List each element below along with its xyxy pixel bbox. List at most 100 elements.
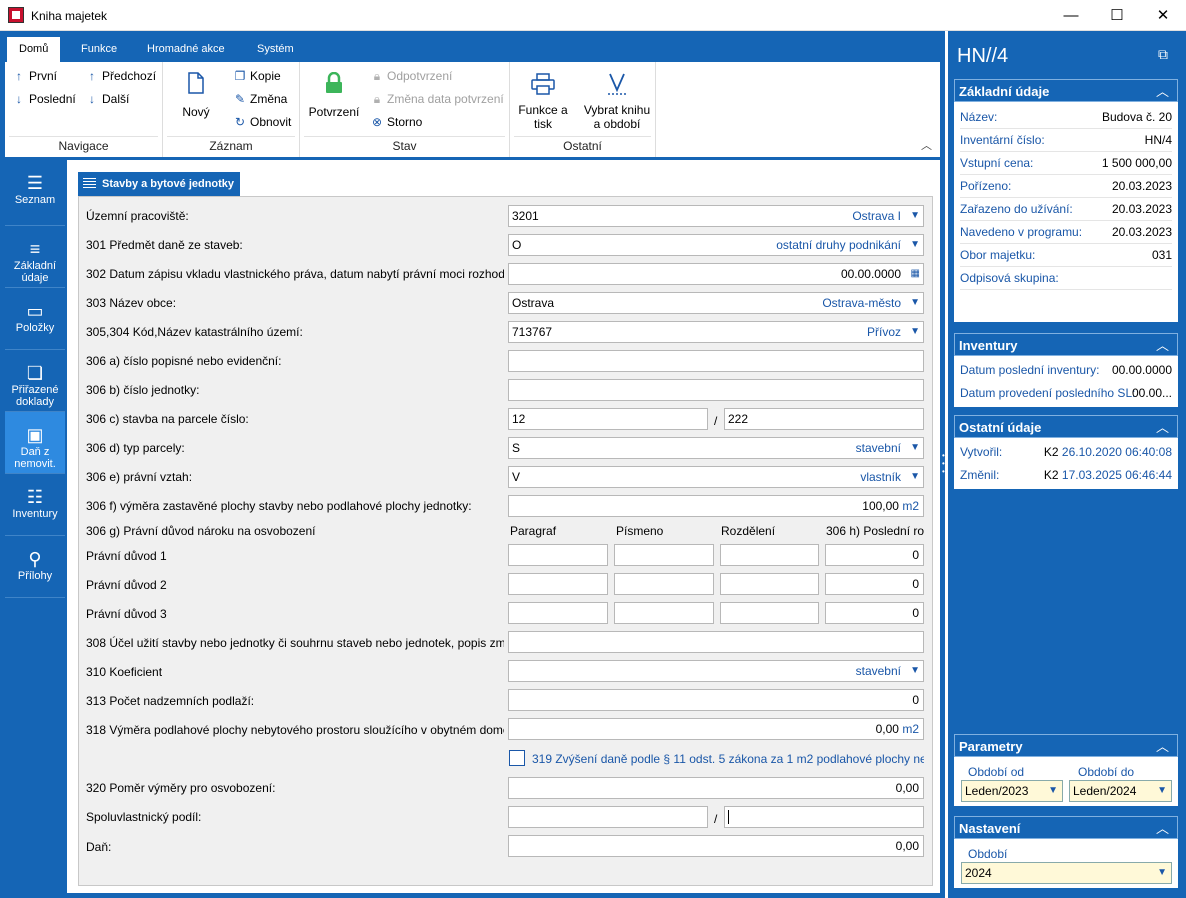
minimize-button[interactable]: — <box>1048 0 1094 31</box>
zvyseni-label: 319 Zvýšení daně podle § 11 odst. 5 záko… <box>532 752 924 766</box>
podil-citatel-field[interactable] <box>508 806 708 828</box>
typ-parcely-field[interactable]: Sstavební ▼ <box>508 437 924 459</box>
paragraf-1-field[interactable] <box>508 544 608 566</box>
parcela-cislo-field[interactable]: 12 <box>508 408 708 430</box>
pismeno-1-field[interactable] <box>614 544 714 566</box>
edit-button[interactable]: ✎ Změna <box>233 92 287 106</box>
label-cislo-popisne: 306 a) číslo popisné nebo evidenční: <box>86 354 282 368</box>
podil-jmenovatel-field[interactable] <box>724 806 924 828</box>
pomer-field[interactable]: 0,00 <box>508 777 924 799</box>
obdobi-do-select[interactable]: Leden/2024 ▼ <box>1069 780 1172 802</box>
pismeno-3-field[interactable] <box>614 602 714 624</box>
dropdown-icon[interactable]: ▼ <box>910 235 920 255</box>
nav-prirazene-doklady[interactable]: ❏ Přiřazené doklady <box>5 350 65 412</box>
section-header[interactable]: Ostatní údaje ︿ <box>954 415 1178 438</box>
koeficient-field[interactable]: stavební ▼ <box>508 660 924 682</box>
select-book-button[interactable]: Vybrat knihu a období <box>580 72 654 131</box>
nav-inventury[interactable]: ☷ Inventury <box>5 474 65 536</box>
tab-domu[interactable]: Domů <box>7 37 61 62</box>
pravni-vztah-field[interactable]: Vvlastník ▼ <box>508 466 924 488</box>
document-icon <box>188 72 204 94</box>
unconfirm-button[interactable]: 🔒︎ Odpotvrzení <box>370 69 453 84</box>
rozdeleni-3-field[interactable] <box>720 602 819 624</box>
rozdeleni-2-field[interactable] <box>720 573 819 595</box>
form-tab-stavby[interactable]: Stavby a bytové jednotky <box>78 172 240 196</box>
chevron-up-icon[interactable]: ︿ <box>1156 80 1169 103</box>
posledni-rok-2-field[interactable]: 0 <box>825 573 924 595</box>
cislo-popisne-field[interactable] <box>508 350 924 372</box>
section-header[interactable]: Nastavení ︿ <box>954 816 1178 839</box>
tab-hromadne-akce[interactable]: Hromadné akce <box>135 37 237 62</box>
dropdown-icon[interactable]: ▼ <box>910 467 920 487</box>
obdobi-select[interactable]: 2024 ▼ <box>961 862 1172 884</box>
copy-button[interactable]: ❐ Kopie <box>233 69 281 83</box>
pismeno-2-field[interactable] <box>614 573 714 595</box>
uzemni-pracoviste-field[interactable]: 3201 Ostrava I ▼ <box>508 205 924 227</box>
parcela-podcislo-field[interactable]: 222 <box>724 408 924 430</box>
ribbon: ↑ První ↑ Předchozí ↓ Poslední ↓ Další Navig… <box>5 62 940 157</box>
lock-icon <box>326 71 342 93</box>
previous-button[interactable]: ↑ Předchozí <box>85 69 156 83</box>
nav-zakladni-udaje[interactable]: ≡ Základní údaje <box>5 226 65 288</box>
column-paragraf: Paragraf <box>510 524 557 538</box>
chevron-up-icon[interactable]: ︿ <box>1156 817 1169 840</box>
detail-row: Pořízeno: 20.03.2023 <box>960 175 1172 198</box>
calendar-icon[interactable]: ▦ <box>911 264 920 284</box>
nav-polozky[interactable]: ▭ Položky <box>5 288 65 350</box>
nazev-obce-field[interactable]: Ostrava Ostrava-město ▼ <box>508 292 924 314</box>
cancel-button[interactable]: ⊗ Storno <box>370 115 422 129</box>
paragraf-3-field[interactable] <box>508 602 608 624</box>
label-vymera: 306 f) výměra zastavěné plochy stavby ne… <box>86 499 472 513</box>
dropdown-icon[interactable]: ▼ <box>910 661 920 681</box>
cislo-jednotky-field[interactable] <box>508 379 924 401</box>
vymera-field[interactable]: 100,00 m2 <box>508 495 924 517</box>
podlazi-field[interactable]: 0 <box>508 689 924 711</box>
new-button[interactable]: Nový <box>177 72 215 119</box>
print-button[interactable]: Funkce a tisk <box>516 72 570 131</box>
obdobi-od-select[interactable]: Leden/2023 ▼ <box>961 780 1063 802</box>
dropdown-icon[interactable]: ▼ <box>910 322 920 342</box>
paragraf-2-field[interactable] <box>508 573 608 595</box>
first-button[interactable]: ↑ První <box>12 69 57 83</box>
dropdown-icon[interactable]: ▼ <box>910 206 920 226</box>
nav-prilohy[interactable]: ⚲ Přílohy <box>5 536 65 598</box>
dropdown-icon[interactable]: ▼ <box>1157 781 1167 801</box>
dan-field[interactable]: 0,00 <box>508 835 924 857</box>
section-header[interactable]: Parametry ︿ <box>954 734 1178 757</box>
column-posledni-rok: 306 h) Poslední rok <box>826 524 924 538</box>
dropdown-icon[interactable]: ▼ <box>910 438 920 458</box>
vymera-318-field[interactable]: 0,00 m2 <box>508 718 924 740</box>
dropdown-icon[interactable]: ▼ <box>910 293 920 313</box>
katastralni-uzemi-field[interactable]: 713767 Přívoz ▼ <box>508 321 924 343</box>
close-button[interactable]: ✕ <box>1140 0 1186 31</box>
posledni-rok-1-field[interactable]: 0 <box>825 544 924 566</box>
nav-dan-z-nemovitosti[interactable]: ▣ Daň z nemovit. <box>5 412 65 474</box>
tab-system[interactable]: Systém <box>245 37 306 62</box>
section-header[interactable]: Inventury ︿ <box>954 333 1178 356</box>
external-link-icon[interactable]: ⧉ <box>1158 46 1168 63</box>
maximize-button[interactable]: ☐ <box>1094 0 1140 31</box>
posledni-rok-3-field[interactable]: 0 <box>825 602 924 624</box>
dropdown-icon[interactable]: ▼ <box>1157 863 1167 883</box>
confirm-button[interactable]: Potvrzení <box>306 71 362 119</box>
change-confirm-date-button[interactable]: 🔒︎ Změna data potvrzení <box>370 92 504 107</box>
next-button[interactable]: ↓ Další <box>85 92 129 106</box>
collapse-ribbon-icon[interactable]: ︿ <box>921 137 932 153</box>
datum-zapisu-field[interactable]: 00.00.0000 ▦ <box>508 263 924 285</box>
predmet-dane-field[interactable]: Oostatní druhy podnikání ▼ <box>508 234 924 256</box>
chevron-up-icon[interactable]: ︿ <box>1156 416 1169 439</box>
chevron-up-icon[interactable]: ︿ <box>1156 735 1169 758</box>
splitter-handle[interactable]: • • • <box>942 452 946 476</box>
last-button[interactable]: ↓ Poslední <box>12 92 76 106</box>
rozdeleni-1-field[interactable] <box>720 544 819 566</box>
dropdown-icon[interactable]: ▼ <box>1048 781 1058 801</box>
ucel-field[interactable] <box>508 631 924 653</box>
section-header[interactable]: Základní údaje ︿ <box>954 79 1178 102</box>
paperclip-icon: ⚲ <box>28 549 42 569</box>
refresh-button[interactable]: ↻ Obnovit <box>233 115 291 129</box>
zvyseni-checkbox[interactable] <box>509 750 525 766</box>
chevron-up-icon[interactable]: ︿ <box>1156 334 1169 357</box>
group-divider <box>514 136 651 137</box>
tab-funkce[interactable]: Funkce <box>69 37 129 62</box>
nav-seznam[interactable]: ☰ Seznam <box>5 160 65 226</box>
